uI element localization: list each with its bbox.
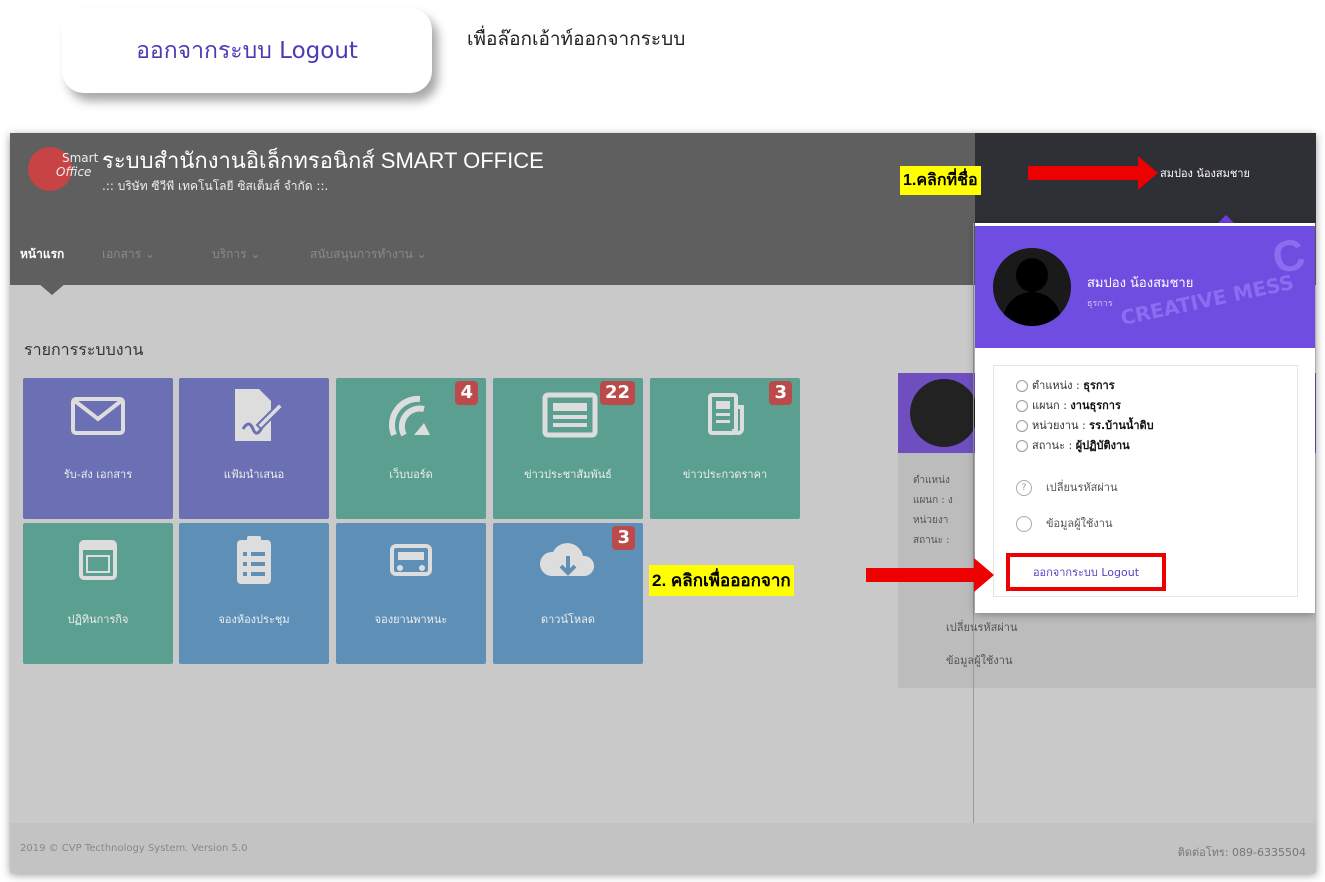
- logout-example-label: ออกจากระบบ Logout: [136, 37, 358, 64]
- tile-download[interactable]: 3 ดาวน์โหลด: [493, 523, 643, 664]
- arrow-right-icon: [866, 558, 994, 592]
- info-department: แผนก : งานธุรการ: [1016, 396, 1121, 414]
- bg-info-row: หน่วยงา: [913, 515, 949, 526]
- tile-pr-news[interactable]: 22 ข่าวประชาสัมพันธ์: [493, 378, 643, 519]
- nav-home[interactable]: หน้าแรก: [20, 245, 64, 264]
- tile-label: จองยานพาหนะ: [374, 613, 448, 626]
- arrow-right-icon: [1028, 156, 1158, 190]
- tile-label: รับ-ส่ง เอกสาร: [63, 468, 133, 481]
- logout-label: ออกจากระบบ Logout: [1032, 566, 1140, 579]
- tile-calendar[interactable]: ปฏิทินการกิจ: [23, 523, 173, 664]
- info-position: ตำแหน่ง : ธุรการ: [1016, 376, 1115, 394]
- nav-support[interactable]: สนับสนุนการทำงาน ⌄: [310, 245, 427, 264]
- bg-menu-change-password: เปลี่ยนรหัสผ่าน: [946, 621, 1018, 634]
- tile-label: ข่าวประชาสัมพันธ์: [524, 468, 612, 481]
- news-icon: [708, 393, 744, 435]
- webboard-icon: [389, 395, 430, 437]
- user-name-link[interactable]: สมปอง น้องสมชาย: [1160, 164, 1250, 182]
- instruction-caption: เพื่อล๊อกเอ้าท์ออกจากระบบ: [467, 28, 686, 50]
- envelope-icon: [71, 397, 125, 435]
- user-circle-icon: [1016, 420, 1028, 432]
- avatar: [993, 248, 1071, 326]
- footer: 2019 © CVP Tecthnology System. Version 5…: [10, 823, 1316, 873]
- logo-text-2: Office: [56, 165, 92, 179]
- notification-badge: 22: [599, 381, 635, 405]
- question-icon: ?: [1016, 480, 1032, 496]
- car-icon: [390, 544, 432, 576]
- calendar-icon: [79, 540, 117, 580]
- bg-info-row: สถานะ :: [913, 535, 950, 546]
- section-title: รายการระบบงาน: [24, 340, 144, 359]
- sign-document-icon: [235, 389, 285, 441]
- dropdown-user-role: ธุรการ: [1087, 299, 1113, 309]
- smart-office-logo: Smart Office: [24, 145, 98, 193]
- step2-note: 2. คลิกเพื่อออกจาก: [649, 565, 794, 596]
- bg-info-row: แผนก : ง: [913, 495, 953, 506]
- clipboard-icon: [237, 536, 271, 584]
- app-screenshot: Smart Office ระบบสำนักงานอิเล็กทรอนิกส์ …: [10, 133, 1316, 873]
- company-name: .:: บริษัท ซีวีพี เทคโนโลยี ซิสเต็มส์ จำ…: [102, 179, 329, 193]
- bg-info-row: ตำแหน่ง: [913, 475, 950, 486]
- user-circle-icon: [1016, 400, 1028, 412]
- newspaper-icon: [542, 392, 598, 438]
- logout-example-button: ออกจากระบบ Logout: [62, 8, 432, 93]
- tile-label: ปฏิทินการกิจ: [67, 613, 129, 626]
- tile-meeting-room[interactable]: จองห้องประชุม: [179, 523, 329, 664]
- download-icon: [539, 543, 595, 576]
- user-circle-icon: [1016, 440, 1028, 452]
- footer-copyright: 2019 © CVP Tecthnology System. Version 5…: [20, 843, 248, 854]
- tile-vehicle[interactable]: จองยานพาหนะ: [336, 523, 486, 664]
- logo-text-1: Smart: [62, 151, 99, 165]
- menu-change-password[interactable]: ? เปลี่ยนรหัสผ่าน: [1016, 478, 1117, 496]
- bg-menu-user-info: ข้อมูลผู้ใช้งาน: [946, 654, 1013, 667]
- tile-label: จองห้องประชุม: [218, 613, 290, 626]
- tile-documents[interactable]: รับ-ส่ง เอกสาร: [23, 378, 173, 519]
- step1-note: 1.คลิกที่ชื่อ: [900, 166, 981, 195]
- menu-user-info[interactable]: ข้อมูลผู้ใช้งาน: [1016, 514, 1112, 532]
- tile-proposal[interactable]: แฟ้มนำเสนอ: [179, 378, 329, 519]
- notification-badge: 3: [612, 526, 635, 550]
- tile-label: ดาวน์โหลด: [540, 613, 596, 626]
- nav-services[interactable]: บริการ ⌄: [212, 245, 260, 264]
- app-title: ระบบสำนักงานอิเล็กทรอนิกส์ SMART OFFICE: [102, 148, 544, 173]
- logout-button[interactable]: ออกจากระบบ Logout: [1006, 553, 1166, 591]
- tile-label: ข่าวประกวดราคา: [682, 468, 768, 481]
- nav-active-indicator: [38, 283, 66, 295]
- user-circle-icon: [1016, 380, 1028, 392]
- info-status: สถานะ : ผู้ปฏิบัติงาน: [1016, 436, 1130, 454]
- info-unit: หน่วยงาน : รร.บ้านน้ำดิบ: [1016, 416, 1154, 434]
- notification-badge: 4: [455, 381, 478, 405]
- avatar: [910, 379, 978, 447]
- tile-webboard[interactable]: 4 เว็บบอร์ด: [336, 378, 486, 519]
- notification-badge: 3: [769, 381, 792, 405]
- divider: [973, 223, 974, 873]
- nav-documents[interactable]: เอกสาร ⌄: [102, 245, 155, 264]
- tile-label: เว็บบอร์ด: [389, 468, 433, 481]
- dropdown-header: C CREATIVE MESS สมปอง น้องสมชาย ธุรการ: [975, 226, 1315, 348]
- user-settings-icon: [1016, 516, 1032, 532]
- tile-bid-news[interactable]: 3 ข่าวประกวดราคา: [650, 378, 800, 519]
- footer-contact: ติดต่อโทร: 089-6335504: [1177, 846, 1306, 859]
- tile-label: แฟ้มนำเสนอ: [223, 468, 285, 481]
- dropdown-user-name: สมปอง น้องสมชาย: [1087, 276, 1194, 291]
